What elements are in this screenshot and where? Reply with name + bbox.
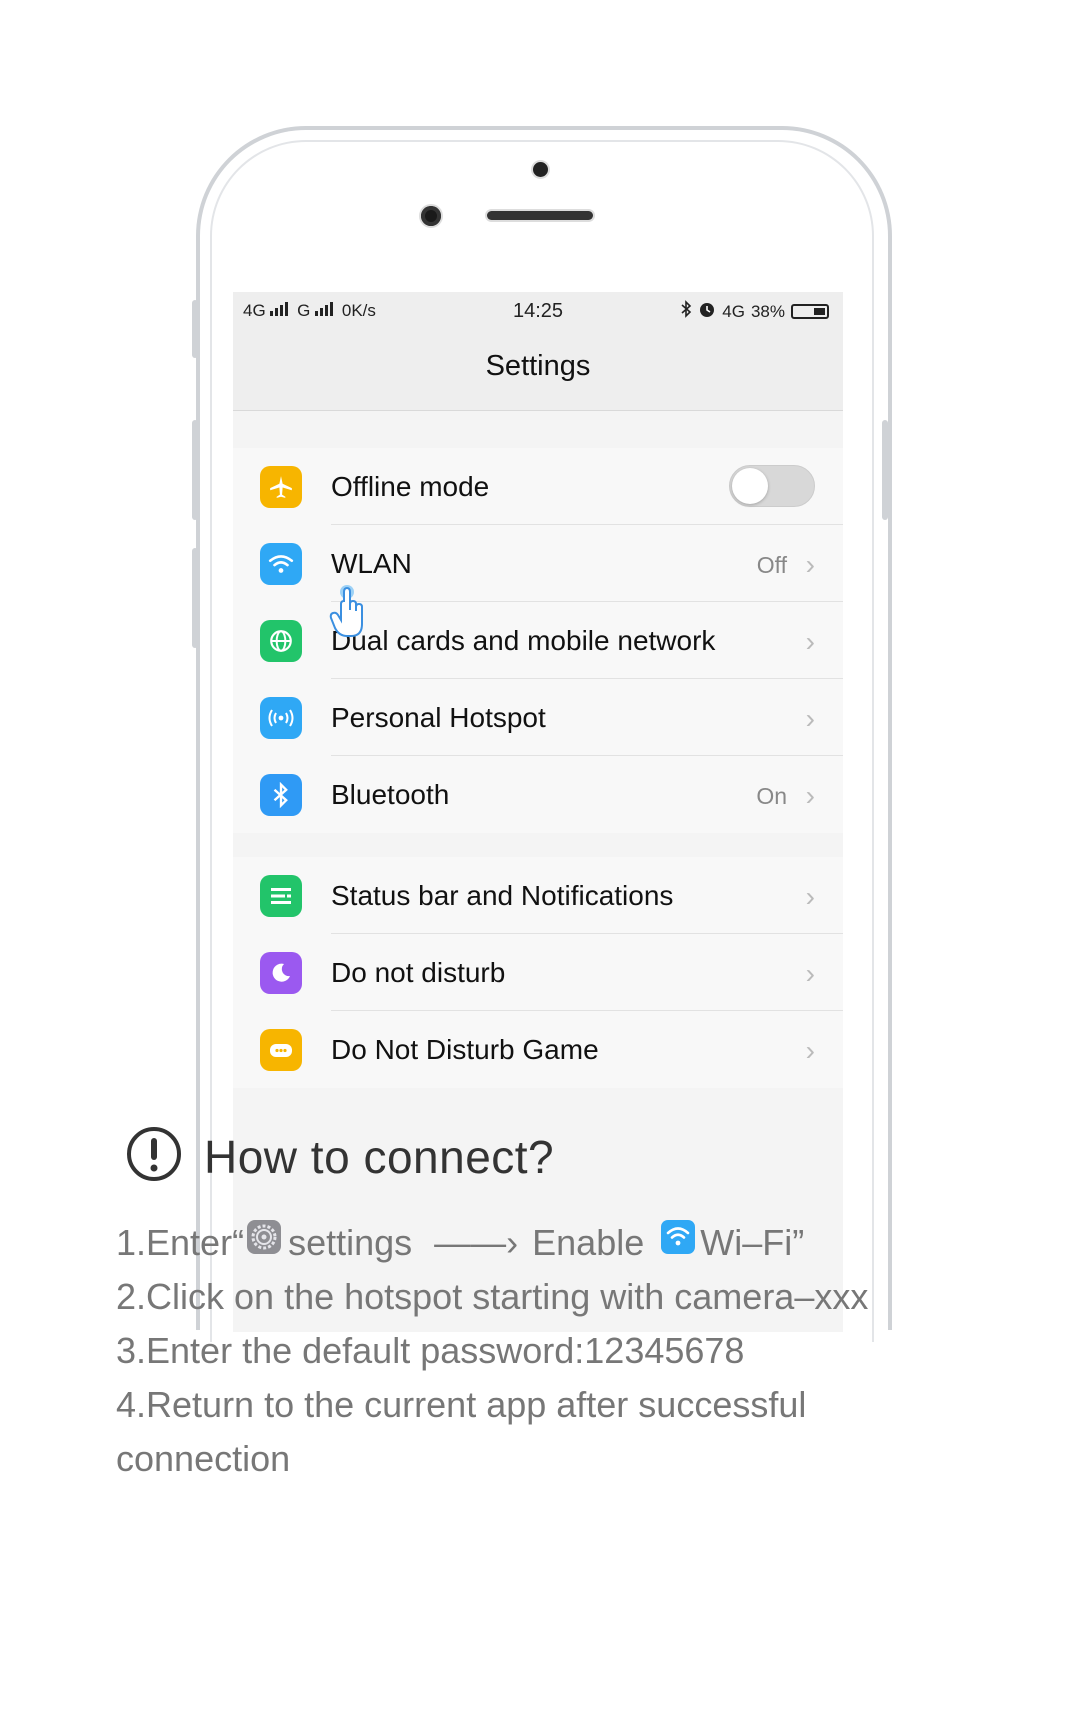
settings-row-status-bar[interactable]: Status bar and Notifications › bbox=[233, 857, 843, 934]
chevron-right-icon: › bbox=[805, 549, 815, 580]
chevron-right-icon: › bbox=[805, 881, 815, 912]
settings-row-personal-hotspot[interactable]: Personal Hotspot › bbox=[233, 679, 843, 756]
volume-down-button bbox=[192, 548, 198, 648]
settings-row-wlan[interactable]: WLAN Off › bbox=[233, 525, 843, 602]
row-label: WLAN bbox=[331, 548, 412, 579]
status-right: 4G 38% bbox=[680, 300, 829, 323]
battery-percent: 38% bbox=[750, 301, 785, 321]
volume-up-button bbox=[192, 420, 198, 520]
step-3: 3.Enter the default password:12345678 bbox=[116, 1330, 745, 1371]
settings-row-bluetooth[interactable]: Bluetooth On › bbox=[233, 756, 843, 833]
moon-icon bbox=[260, 952, 302, 994]
earpiece-speaker bbox=[487, 211, 593, 220]
hotspot-icon bbox=[260, 697, 302, 739]
row-label: Status bar and Notifications bbox=[331, 880, 674, 911]
row-label: Bluetooth bbox=[331, 779, 450, 810]
settings-row-offline-mode[interactable]: Offline mode bbox=[233, 448, 843, 525]
alarm-icon bbox=[698, 300, 716, 323]
wifi-icon bbox=[660, 1216, 696, 1270]
step-1-wifi: Wi–Fi” bbox=[700, 1222, 805, 1263]
info-icon bbox=[126, 1126, 182, 1187]
globe-icon bbox=[260, 620, 302, 662]
chevron-right-icon: › bbox=[805, 1035, 815, 1066]
tap-hand-icon bbox=[329, 584, 369, 645]
instruction-steps: 1.Enter“ settings ——› Enable Wi–Fi” 2.Cl… bbox=[116, 1216, 1016, 1486]
airplane-icon bbox=[260, 466, 302, 508]
battery-icon bbox=[791, 304, 829, 319]
toggle-knob bbox=[732, 468, 768, 504]
settings-row-do-not-disturb-game[interactable]: Do Not Disturb Game › bbox=[233, 1011, 843, 1088]
row-label: Dual cards and mobile network bbox=[331, 625, 716, 656]
network-type-right: 4G bbox=[722, 301, 745, 321]
heading-text: How to connect? bbox=[204, 1130, 555, 1183]
step-1: 1.Enter“ settings ——› Enable Wi–Fi” bbox=[116, 1216, 1016, 1270]
step-1-settings: settings bbox=[288, 1222, 413, 1263]
offline-mode-toggle[interactable] bbox=[729, 465, 815, 507]
settings-row-do-not-disturb[interactable]: Do not disturb › bbox=[233, 934, 843, 1011]
settings-group-connectivity: Offline mode WLAN Off › Dual cards and m… bbox=[233, 448, 843, 833]
chevron-right-icon: › bbox=[805, 958, 815, 989]
row-label: Do Not Disturb Game bbox=[331, 1034, 599, 1065]
row-label: Do not disturb bbox=[331, 957, 506, 988]
arrow-icon: ——› bbox=[434, 1222, 519, 1263]
chevron-right-icon: › bbox=[805, 703, 815, 734]
proximity-sensor bbox=[533, 162, 548, 177]
power-button bbox=[882, 420, 888, 520]
nav-bar: Settings bbox=[233, 330, 843, 411]
bluetooth-status-icon bbox=[680, 300, 692, 323]
page-title: Settings bbox=[485, 350, 591, 382]
list-icon bbox=[260, 875, 302, 917]
gamepad-icon bbox=[260, 1029, 302, 1071]
bluetooth-icon bbox=[260, 774, 302, 816]
chevron-right-icon: › bbox=[805, 626, 815, 657]
row-label: Personal Hotspot bbox=[331, 702, 546, 733]
settings-group-notifications: Status bar and Notifications › Do not di… bbox=[233, 857, 843, 1088]
settings-row-dual-cards[interactable]: Dual cards and mobile network › bbox=[233, 602, 843, 679]
step-4: 4.Return to the current app after succes… bbox=[116, 1384, 807, 1479]
how-to-connect-heading: How to connect? bbox=[126, 1126, 554, 1187]
chevron-right-icon: › bbox=[805, 780, 815, 811]
mute-switch bbox=[192, 300, 198, 358]
row-value: On bbox=[756, 783, 787, 809]
row-value: Off bbox=[756, 552, 787, 578]
row-label: Offline mode bbox=[331, 471, 490, 502]
step-2: 2.Click on the hotspot starting with cam… bbox=[116, 1276, 869, 1317]
step-1-enable: Enable bbox=[532, 1222, 645, 1263]
settings-gear-icon bbox=[246, 1216, 282, 1270]
wifi-icon bbox=[260, 543, 302, 585]
step-1-prefix: 1.Enter“ bbox=[116, 1222, 245, 1263]
front-camera bbox=[421, 206, 441, 226]
status-bar: 4G G 0K/s 14:25 4G 38% bbox=[233, 292, 843, 330]
